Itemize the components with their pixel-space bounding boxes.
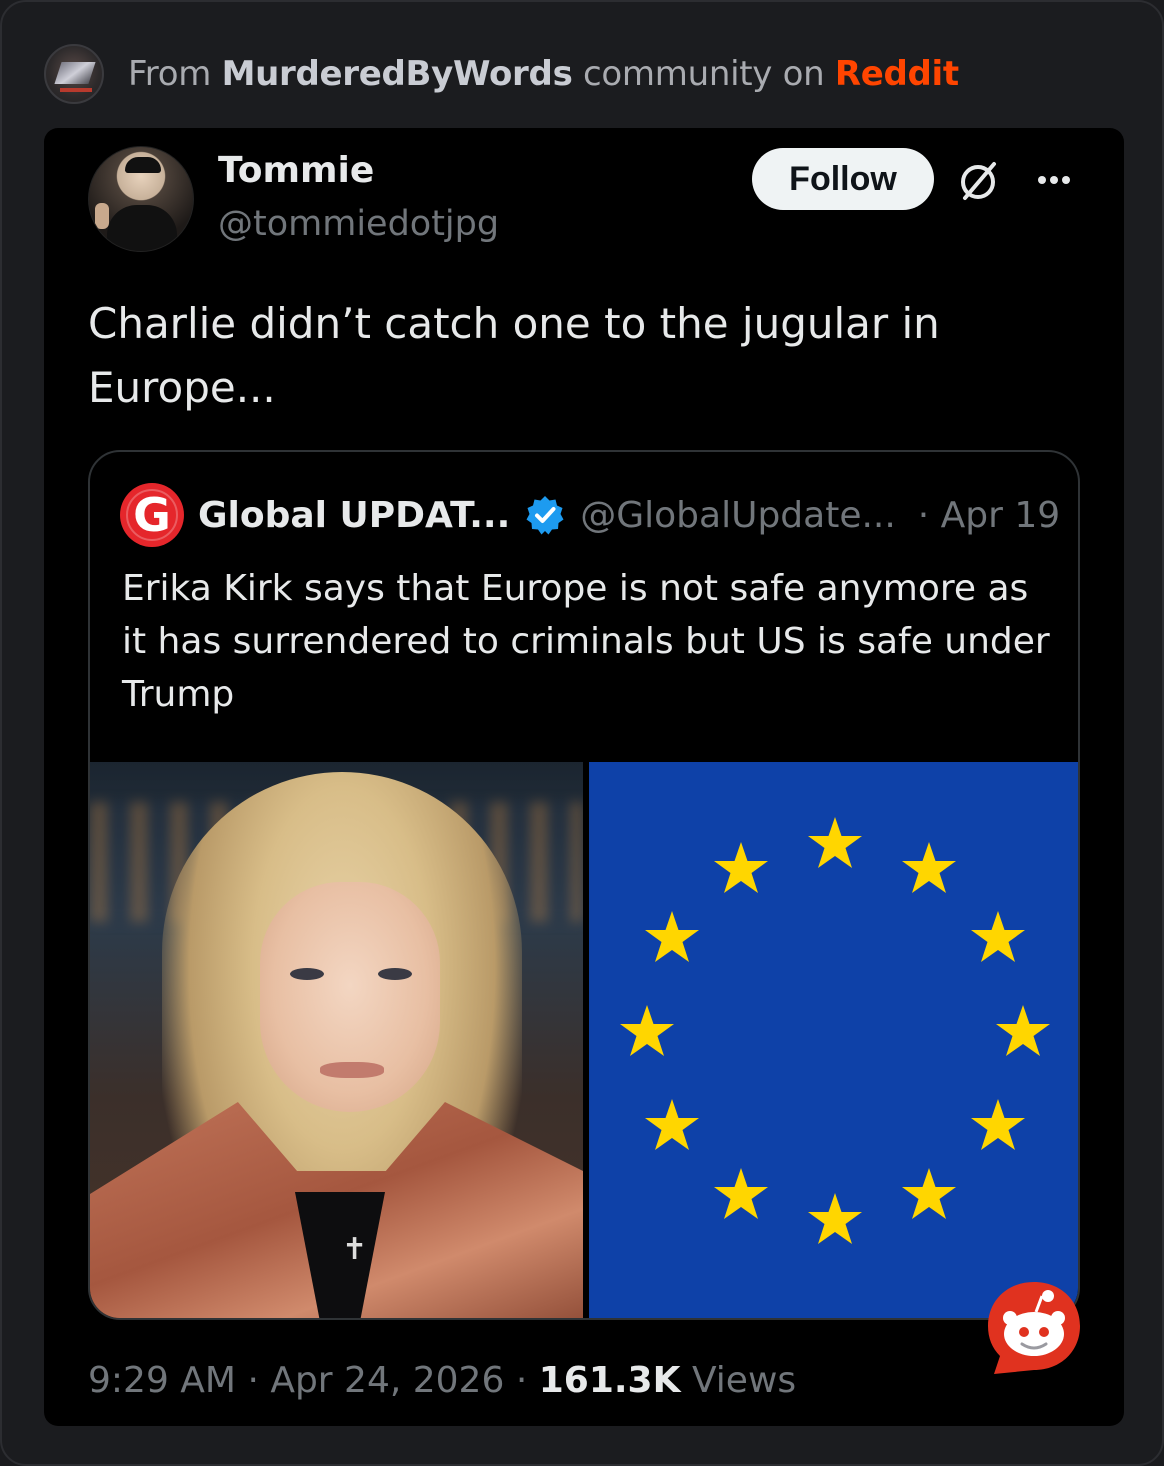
community-logo-graphic [54,62,96,84]
verified-badge-icon [526,496,564,535]
eu-flag-image[interactable] [589,762,1078,1318]
quoted-author-logo[interactable]: G [120,483,184,547]
from-text: From [128,54,212,94]
photo-eye-right [378,968,412,980]
reddit-source-header: From MurderedByWords community on Reddit [44,42,959,106]
eu-star-icon [970,1099,1025,1150]
eu-star-icon [620,1005,674,1056]
woman-photo[interactable]: ✝ [90,762,583,1318]
eu-star-icon [808,1193,862,1244]
user-handle[interactable]: @tommiedotjpg [218,204,499,244]
views-count: 161.3K [538,1360,681,1401]
reddit-share-card: From MurderedByWords community on Reddit… [0,0,1164,1466]
eu-star-icon [714,1167,768,1219]
tweet-date[interactable]: Apr 24, 2026 [270,1360,504,1401]
eu-star-icon [970,911,1025,962]
views-label: Views [691,1360,797,1401]
quoted-tweet[interactable]: G Global UPDAT... @GlobalUpdate... · Apr… [88,450,1080,1320]
photo-lips [320,1062,384,1078]
reddit-snoo-icon [988,1282,1080,1374]
eu-star-icon [714,842,768,894]
logo-letter: G [133,488,171,542]
more-icon[interactable] [1032,160,1076,200]
quoted-tweet-media: ✝ [90,762,1078,1318]
eu-star-icon [808,817,862,868]
avatar-cap [125,157,161,173]
quoted-tweet-header: G Global UPDAT... @GlobalUpdate... · Apr… [120,482,1060,548]
grok-icon[interactable] [956,158,1002,204]
community-logo-bar [60,88,92,92]
user-avatar[interactable] [88,146,194,252]
quoted-author-name[interactable]: Global UPDAT... [198,495,510,536]
tweet-text: Charlie didn’t catch one to the jugular … [88,299,940,412]
meta-separator: · [515,1360,539,1401]
quoted-tweet-text: Erika Kirk says that Europe is not safe … [122,568,1050,715]
community-link[interactable]: MurderedByWords [222,54,573,94]
reddit-link[interactable]: Reddit [835,54,959,94]
photo-eye-left [290,968,324,980]
tweet-meta: 9:29 AM · Apr 24, 2026 · 161.3K Views [88,1360,796,1401]
community-on-text: community on [583,54,825,94]
tweet-time[interactable]: 9:29 AM [88,1360,236,1401]
photo-cross-pendant: ✝ [342,1232,368,1267]
eu-star-icon [996,1005,1050,1056]
eu-star-icon [645,1099,700,1150]
community-avatar[interactable] [44,44,104,104]
quoted-author-handle[interactable]: @GlobalUpdate... [580,495,896,536]
eu-star-icon [902,842,956,894]
avatar-hand [95,203,109,229]
eu-star-icon [645,911,700,962]
eu-star-icon [902,1167,956,1219]
quoted-tweet-date[interactable]: · Apr 19 [918,495,1060,536]
user-name[interactable]: Tommie [218,150,374,191]
follow-button[interactable]: Follow [752,148,934,210]
meta-separator: · [247,1360,271,1401]
source-line: From MurderedByWords community on Reddit [128,54,959,94]
avatar-body [107,205,177,251]
tweet-card: Tommie @tommiedotjpg Follow Charlie didn… [44,128,1124,1426]
